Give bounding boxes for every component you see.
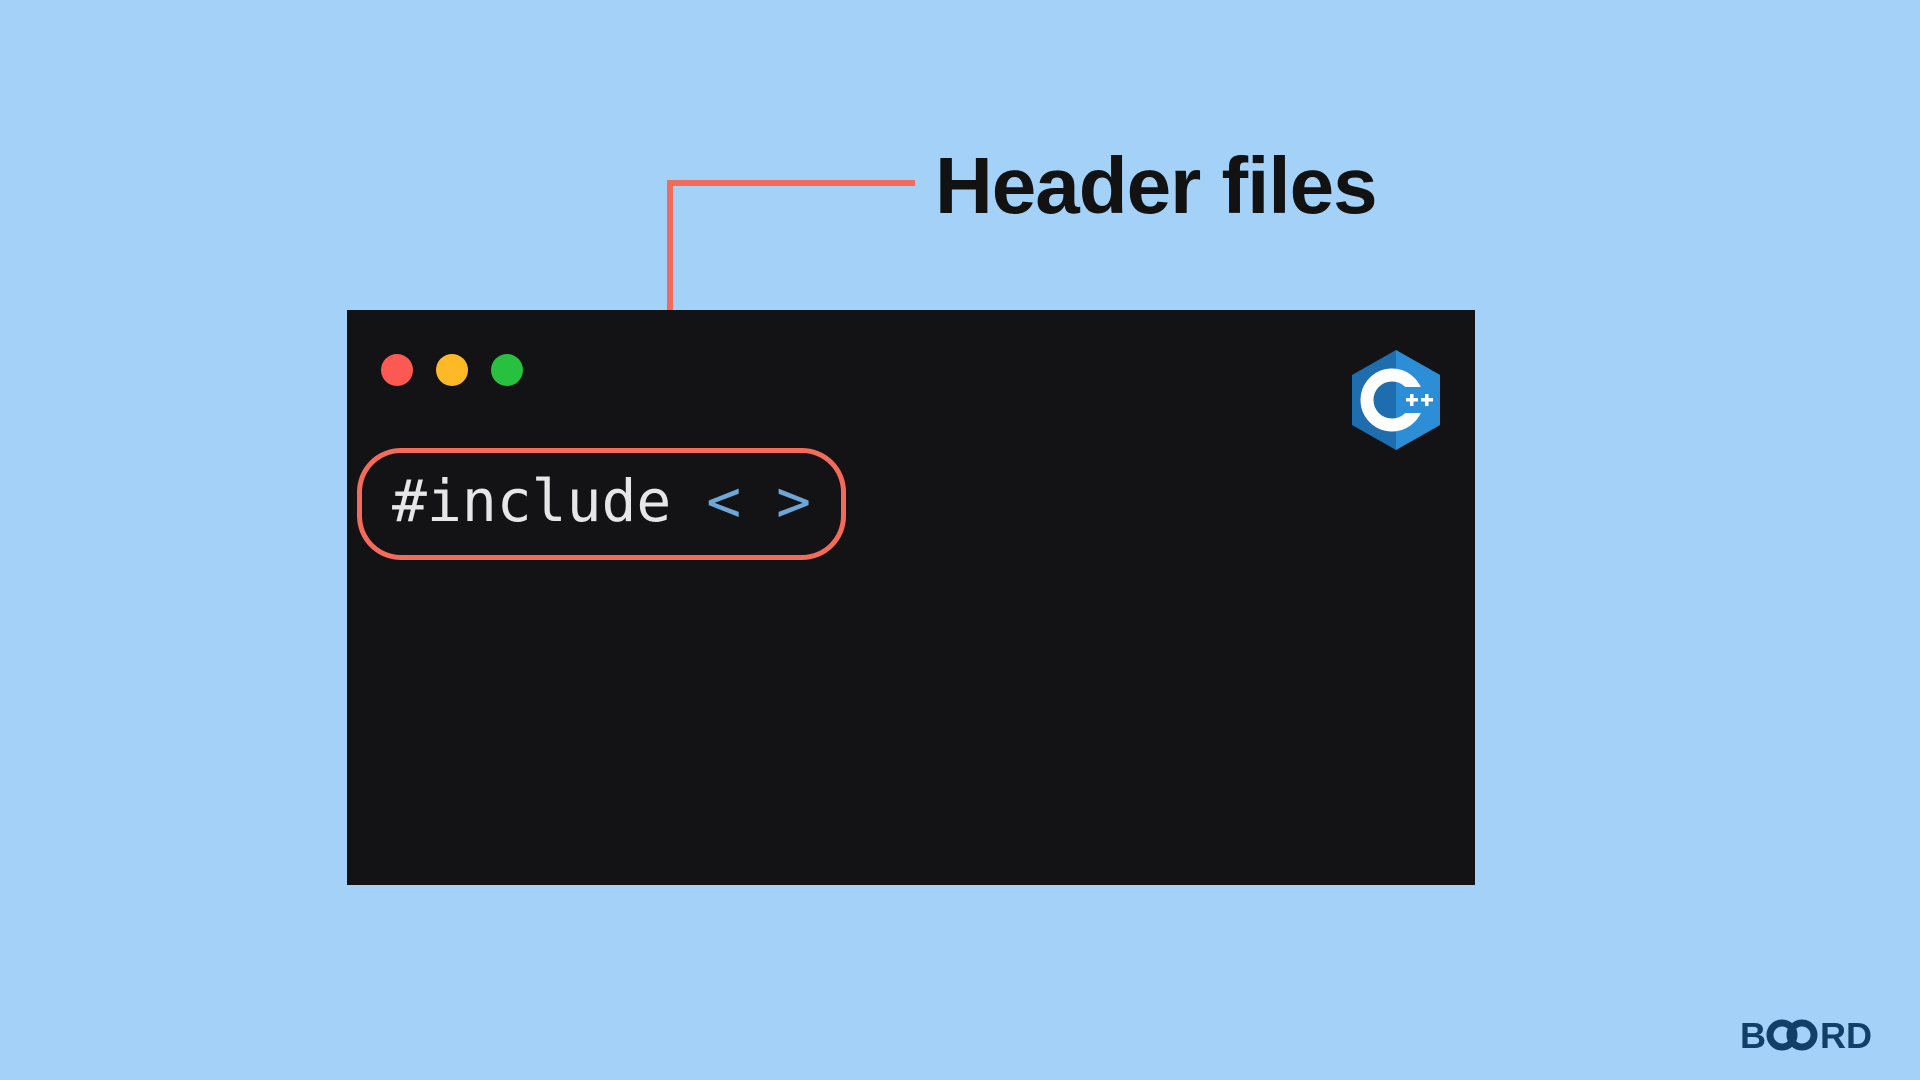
zoom-icon[interactable]: [491, 354, 523, 386]
close-icon[interactable]: [381, 354, 413, 386]
code-token-angles: < >: [706, 467, 811, 535]
terminal-window: #include < >: [347, 310, 1475, 885]
window-controls: [381, 354, 523, 386]
cpp-logo-icon: [1352, 350, 1440, 450]
code-include-directive: #include < >: [357, 448, 846, 560]
brand-text-b: B: [1740, 1015, 1766, 1056]
minimize-icon[interactable]: [436, 354, 468, 386]
connector-horizontal: [667, 180, 915, 186]
diagram-title: Header files: [935, 140, 1377, 232]
code-token-directive: #include: [392, 467, 671, 535]
brand-text-rd: RD: [1820, 1015, 1872, 1056]
board-logo: B RD: [1740, 1014, 1890, 1056]
